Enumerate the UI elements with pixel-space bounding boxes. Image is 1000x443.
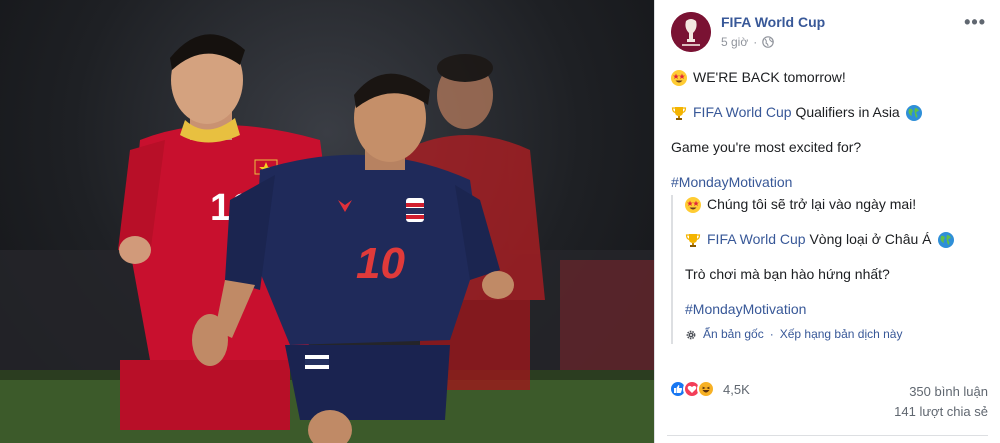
reaction-count[interactable]: 4,5K bbox=[723, 382, 750, 397]
star-eyes-emoji bbox=[671, 69, 687, 86]
post-line-3: Game you're most excited for? bbox=[671, 138, 991, 157]
earth-emoji bbox=[905, 104, 922, 121]
post-time[interactable]: 5 giờ bbox=[721, 35, 748, 49]
shares-count[interactable]: 141 lượt chia sẻ bbox=[894, 402, 988, 422]
translation-line-3-text: Trò chơi mà bạn hào hứng nhất? bbox=[685, 266, 890, 282]
post-hashtag-row: #MondayMotivation bbox=[671, 173, 991, 192]
trophy-emoji bbox=[685, 233, 701, 247]
fifa-world-cup-logo bbox=[671, 12, 711, 52]
translation-hashtag-row: #MondayMotivation bbox=[685, 300, 991, 319]
post-line-2: FIFA World Cup Qualifiers in Asia bbox=[671, 103, 991, 122]
translation-hashtag-link[interactable]: #MondayMotivation bbox=[685, 300, 806, 319]
post-side-panel: FIFA World Cup 5 giờ · ••• WE'RE BACK to… bbox=[654, 0, 1000, 443]
gear-icon[interactable] bbox=[685, 329, 697, 341]
reactions-summary[interactable]: 4,5K bbox=[669, 380, 750, 398]
rate-translation-link[interactable]: Xếp hạng bản dịch này bbox=[780, 325, 903, 344]
translation-block: Chúng tôi sẽ trở lại vào ngày mai! FIFA … bbox=[671, 195, 991, 344]
earth-emoji bbox=[937, 231, 954, 248]
star-eyes-emoji bbox=[685, 196, 701, 213]
avatar[interactable] bbox=[671, 12, 711, 52]
translation-line-1-text: Chúng tôi sẽ trở lại vào ngày mai! bbox=[707, 196, 917, 212]
post-line-2-text: Qualifiers in Asia bbox=[795, 104, 900, 120]
translation-line-2-text: Vòng loại ở Châu Á bbox=[809, 231, 932, 247]
engagement-stats: 350 bình luận 141 lượt chia sẻ bbox=[894, 382, 988, 422]
translation-line-3: Trò chơi mà bạn hào hứng nhất? bbox=[685, 265, 991, 284]
meta-separator: · bbox=[753, 35, 758, 49]
page-name-link[interactable]: FIFA World Cup bbox=[721, 14, 825, 30]
globe-icon[interactable] bbox=[762, 36, 775, 48]
post-meta: 5 giờ · bbox=[721, 35, 775, 49]
post-line-1: WE'RE BACK tomorrow! bbox=[671, 68, 991, 87]
translation-world-cup-link[interactable]: FIFA World Cup bbox=[707, 231, 806, 247]
reaction-icons bbox=[669, 380, 715, 398]
hide-original-link[interactable]: Ẩn bản gốc bbox=[703, 325, 764, 344]
haha-reaction-icon bbox=[697, 380, 715, 398]
post-line-1-text: WE'RE BACK tomorrow! bbox=[693, 69, 846, 85]
post-photo[interactable]: 16 10 bbox=[0, 0, 654, 443]
more-options-icon[interactable]: ••• bbox=[964, 12, 986, 33]
hashtag-link[interactable]: #MondayMotivation bbox=[671, 173, 792, 192]
svg-text:10: 10 bbox=[356, 239, 405, 288]
world-cup-link[interactable]: FIFA World Cup bbox=[693, 104, 792, 120]
translation-dot: · bbox=[769, 327, 774, 341]
post-text: WE'RE BACK tomorrow! FIFA World Cup Qual… bbox=[671, 68, 991, 344]
translation-line-2: FIFA World Cup Vòng loại ở Châu Á bbox=[685, 230, 991, 249]
trophy-emoji bbox=[671, 106, 687, 120]
post-line-3-text: Game you're most excited for? bbox=[671, 139, 862, 155]
translation-line-1: Chúng tôi sẽ trở lại vào ngày mai! bbox=[685, 195, 991, 214]
translation-controls: Ẩn bản gốc · Xếp hạng bản dịch này bbox=[685, 325, 991, 344]
comments-count[interactable]: 350 bình luận bbox=[894, 382, 988, 402]
divider bbox=[667, 435, 988, 436]
football-match-photo: 16 10 bbox=[0, 34, 654, 443]
